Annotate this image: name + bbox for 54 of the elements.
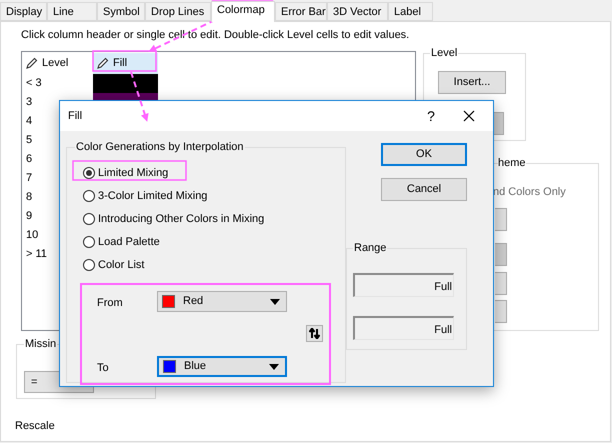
pencil-icon: [96, 57, 109, 70]
swap-icon: [309, 328, 320, 339]
tab[interactable]: 3D Vector: [327, 2, 388, 21]
column-header[interactable]: Level: [25, 53, 93, 74]
pencil-icon: [25, 57, 38, 70]
dialog-button[interactable]: OK: [381, 143, 467, 166]
table-cell-text: 3: [25, 95, 34, 110]
radio-option[interactable]: Load Palette: [83, 234, 345, 250]
swap-button[interactable]: [306, 325, 323, 342]
dropdown[interactable]: Blue: [157, 356, 287, 377]
input-field[interactable]: Full: [353, 316, 454, 340]
highlight-frame: [92, 50, 157, 72]
button[interactable]: [495, 272, 507, 295]
button[interactable]: [495, 300, 507, 323]
table-cell-text: > 11: [25, 247, 48, 262]
radio-option[interactable]: Introducing Other Colors in Mixing: [83, 211, 345, 227]
group-title: Range: [353, 241, 388, 255]
input-field[interactable]: Full: [353, 273, 454, 297]
tab[interactable]: Line: [47, 2, 97, 21]
table-cell-text: 8: [25, 190, 34, 206]
field-label: Rescale: [15, 419, 55, 434]
close-icon[interactable]: [463, 110, 475, 122]
table-cell-text: 4: [25, 114, 34, 130]
table-cell-text: < 3: [25, 76, 43, 92]
radio-option[interactable]: Color List: [83, 257, 345, 273]
radio-option[interactable]: Limited Mixing: [83, 165, 345, 181]
option-label: nd Colors Only: [493, 185, 566, 200]
group-title: Color Generations by Interpolation: [75, 140, 245, 154]
tab[interactable]: Colormap: [211, 1, 275, 22]
caret-icon: [270, 298, 280, 304]
color-swatch[interactable]: [93, 74, 158, 93]
caret-icon: [269, 364, 279, 370]
tab[interactable]: Symbol: [97, 2, 145, 21]
button[interactable]: [495, 243, 507, 266]
column-header[interactable]: Fill: [93, 53, 158, 74]
table-cell-text: 7: [25, 171, 34, 186]
tab[interactable]: Label: [388, 2, 433, 21]
tab[interactable]: Drop Lines: [145, 2, 211, 21]
button[interactable]: [495, 208, 507, 231]
table-cell-text: 6: [25, 152, 34, 168]
insert-button[interactable]: Insert...: [438, 71, 506, 94]
tab[interactable]: Display: [0, 2, 47, 21]
tab[interactable]: Error Bar: [275, 2, 327, 21]
table-cell-text: 10: [25, 228, 40, 244]
dialog-button[interactable]: Cancel: [381, 178, 467, 201]
dropdown[interactable]: Red: [157, 291, 287, 312]
callout-arrow: [130, 72, 149, 122]
table-cell-text: 9: [25, 209, 34, 224]
window-title: Fill: [68, 108, 84, 124]
field-label: To: [96, 361, 110, 376]
help-button[interactable]: ?: [419, 106, 443, 126]
field-label: From: [96, 296, 124, 312]
table-cell-text: 5: [25, 133, 34, 148]
radio-option[interactable]: 3-Color Limited Mixing: [83, 188, 345, 204]
